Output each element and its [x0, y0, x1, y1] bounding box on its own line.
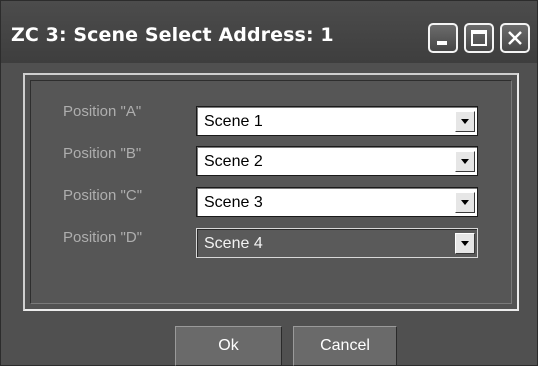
position-c-select[interactable]: Scene 3 [196, 187, 478, 217]
position-d-label: Position "D" [63, 229, 143, 246]
minimize-button[interactable] [428, 23, 458, 53]
maximize-button[interactable] [464, 23, 494, 53]
position-c-label: Position "C" [63, 187, 143, 204]
position-a-value: Scene 1 [204, 113, 263, 130]
position-c-value: Scene 3 [204, 194, 263, 211]
position-d-value: Scene 4 [204, 235, 263, 252]
scene-select-dialog: ZC 3: Scene Select Address: 1 Position "… [0, 0, 538, 366]
position-b-value: Scene 2 [204, 153, 263, 170]
minimize-icon [437, 41, 447, 45]
position-b-label: Position "B" [63, 145, 142, 162]
chevron-down-icon[interactable] [455, 151, 475, 172]
title-bar[interactable]: ZC 3: Scene Select Address: 1 [1, 1, 537, 63]
chevron-down-icon[interactable] [455, 192, 475, 213]
position-b-select[interactable]: Scene 2 [196, 146, 478, 176]
window-title: ZC 3: Scene Select Address: 1 [11, 24, 334, 46]
close-icon [508, 31, 522, 45]
chevron-down-icon[interactable] [455, 111, 475, 132]
chevron-down-icon[interactable] [455, 233, 475, 254]
close-button[interactable] [500, 23, 530, 53]
position-a-label: Position "A" [63, 103, 142, 120]
maximize-icon [471, 30, 487, 46]
position-a-select[interactable]: Scene 1 [196, 106, 478, 136]
cancel-button[interactable]: Cancel [293, 326, 397, 366]
ok-button[interactable]: Ok [175, 326, 282, 366]
position-d-select[interactable]: Scene 4 [196, 228, 478, 258]
